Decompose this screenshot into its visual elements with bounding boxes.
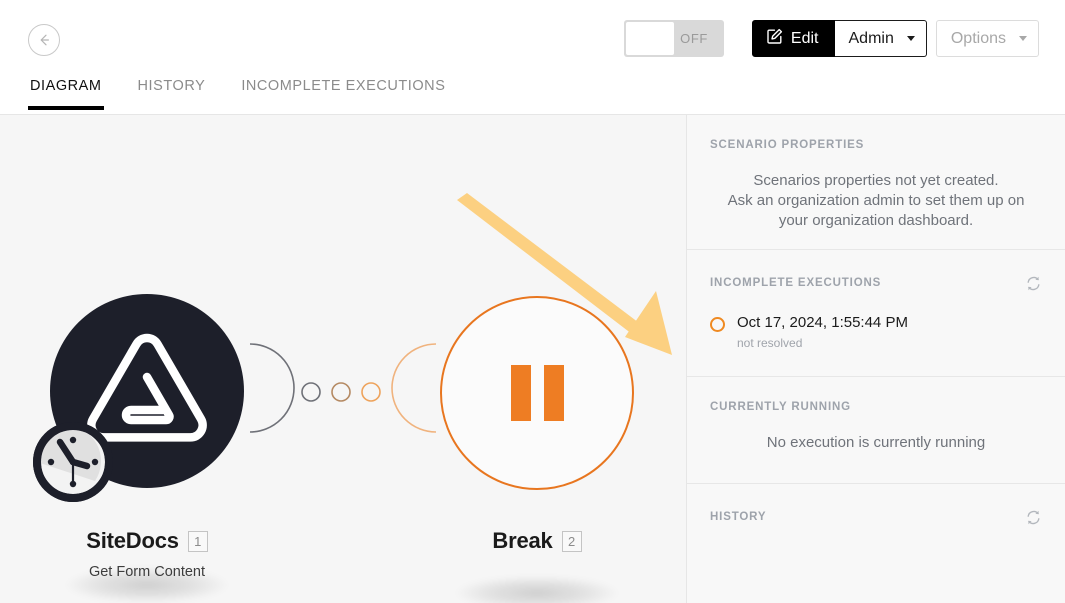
scenario-detail-page: OFF Edit Admin Options DIAGRAM HISTORY I… <box>0 0 1065 603</box>
scheduled-clock-badge-icon <box>32 421 114 503</box>
refresh-icon[interactable] <box>1024 274 1042 292</box>
toggle-state-label: OFF <box>680 31 708 46</box>
scenario-properties-header: SCENARIO PROPERTIES <box>710 139 1042 151</box>
currently-running-empty-message: No execution is currently running <box>766 434 986 451</box>
incomplete-execution-text: Oct 17, 2024, 1:55:44 PM not resolved <box>737 314 908 350</box>
edit-button[interactable]: Edit <box>751 20 835 57</box>
incomplete-executions-title: INCOMPLETE EXECUTIONS <box>710 277 882 289</box>
currently-running-header: CURRENTLY RUNNING <box>710 401 1042 413</box>
module-break-title: Break <box>492 528 553 553</box>
chevron-down-icon <box>906 36 915 41</box>
header-toolbar: OFF Edit Admin Options <box>623 20 1039 57</box>
scenario-sidebar: SCENARIO PROPERTIES Scenarios properties… <box>686 115 1065 603</box>
refresh-icon[interactable] <box>1024 508 1042 526</box>
pause-icon-bar-right <box>543 365 564 421</box>
page-header: OFF Edit Admin Options DIAGRAM HISTORY I… <box>0 0 1065 115</box>
edit-button-label: Edit <box>790 29 819 47</box>
tab-incomplete-executions[interactable]: INCOMPLETE EXECUTIONS <box>239 78 447 110</box>
module-sitedocs[interactable] <box>33 294 244 502</box>
history-header: HISTORY <box>710 508 1042 526</box>
module-sitedocs-title: SiteDocs <box>86 528 179 553</box>
module-shadow <box>456 576 618 603</box>
admin-button-label: Admin <box>848 29 894 47</box>
module-break-circle[interactable] <box>440 296 634 490</box>
module-break-label: Break 2 <box>387 528 686 554</box>
options-dropdown-button[interactable]: Options <box>935 20 1039 57</box>
scenario-diagram-canvas[interactable]: SiteDocs 1 Get Form Content Break 2 <box>0 115 686 603</box>
incomplete-executions-panel: INCOMPLETE EXECUTIONS Oct 17, 2024, 1:55… <box>687 250 1065 377</box>
incomplete-executions-header: INCOMPLETE EXECUTIONS <box>710 274 1042 292</box>
tab-bar: DIAGRAM HISTORY INCOMPLETE EXECUTIONS <box>28 78 447 110</box>
module-sitedocs-subtitle: Get Form Content <box>88 564 206 580</box>
incomplete-execution-status: not resolved <box>737 336 803 350</box>
tab-diagram[interactable]: DIAGRAM <box>28 78 104 110</box>
back-arrow-icon <box>36 32 52 48</box>
unresolved-status-icon <box>710 317 725 332</box>
edit-pencil-icon <box>766 28 783 50</box>
toggle-knob <box>625 22 674 55</box>
scenario-properties-empty-line1: Scenarios properties not yet created. <box>753 172 999 189</box>
tab-history[interactable]: HISTORY <box>136 78 208 110</box>
module-break[interactable] <box>440 296 634 490</box>
currently-running-title: CURRENTLY RUNNING <box>710 401 851 413</box>
scenario-properties-panel: SCENARIO PROPERTIES Scenarios properties… <box>687 115 1065 250</box>
options-button-label: Options <box>950 29 1006 47</box>
back-button[interactable] <box>28 24 60 56</box>
incomplete-execution-date: Oct 17, 2024, 1:55:44 PM <box>737 314 908 331</box>
module-sitedocs-badge: 1 <box>187 530 208 552</box>
module-break-badge: 2 <box>561 530 582 552</box>
scenario-properties-empty-message: Scenarios properties not yet created. As… <box>710 171 1042 231</box>
currently-running-panel: CURRENTLY RUNNING No execution is curren… <box>687 377 1065 484</box>
history-title: HISTORY <box>710 511 767 523</box>
chevron-down-icon <box>1019 36 1027 41</box>
scenario-properties-title: SCENARIO PROPERTIES <box>710 139 865 151</box>
admin-dropdown-button[interactable]: Admin <box>834 20 927 57</box>
scenario-on-off-toggle[interactable]: OFF <box>623 20 724 57</box>
incomplete-execution-item[interactable]: Oct 17, 2024, 1:55:44 PM not resolved <box>710 314 1042 350</box>
module-sitedocs-label: SiteDocs 1 <box>0 528 297 554</box>
pause-icon-bar-left <box>510 365 531 421</box>
history-panel: HISTORY <box>687 484 1065 544</box>
scenario-properties-empty-line2: Ask an organization admin to set them up… <box>727 192 1025 229</box>
primary-button-group: Edit Admin <box>751 20 927 57</box>
